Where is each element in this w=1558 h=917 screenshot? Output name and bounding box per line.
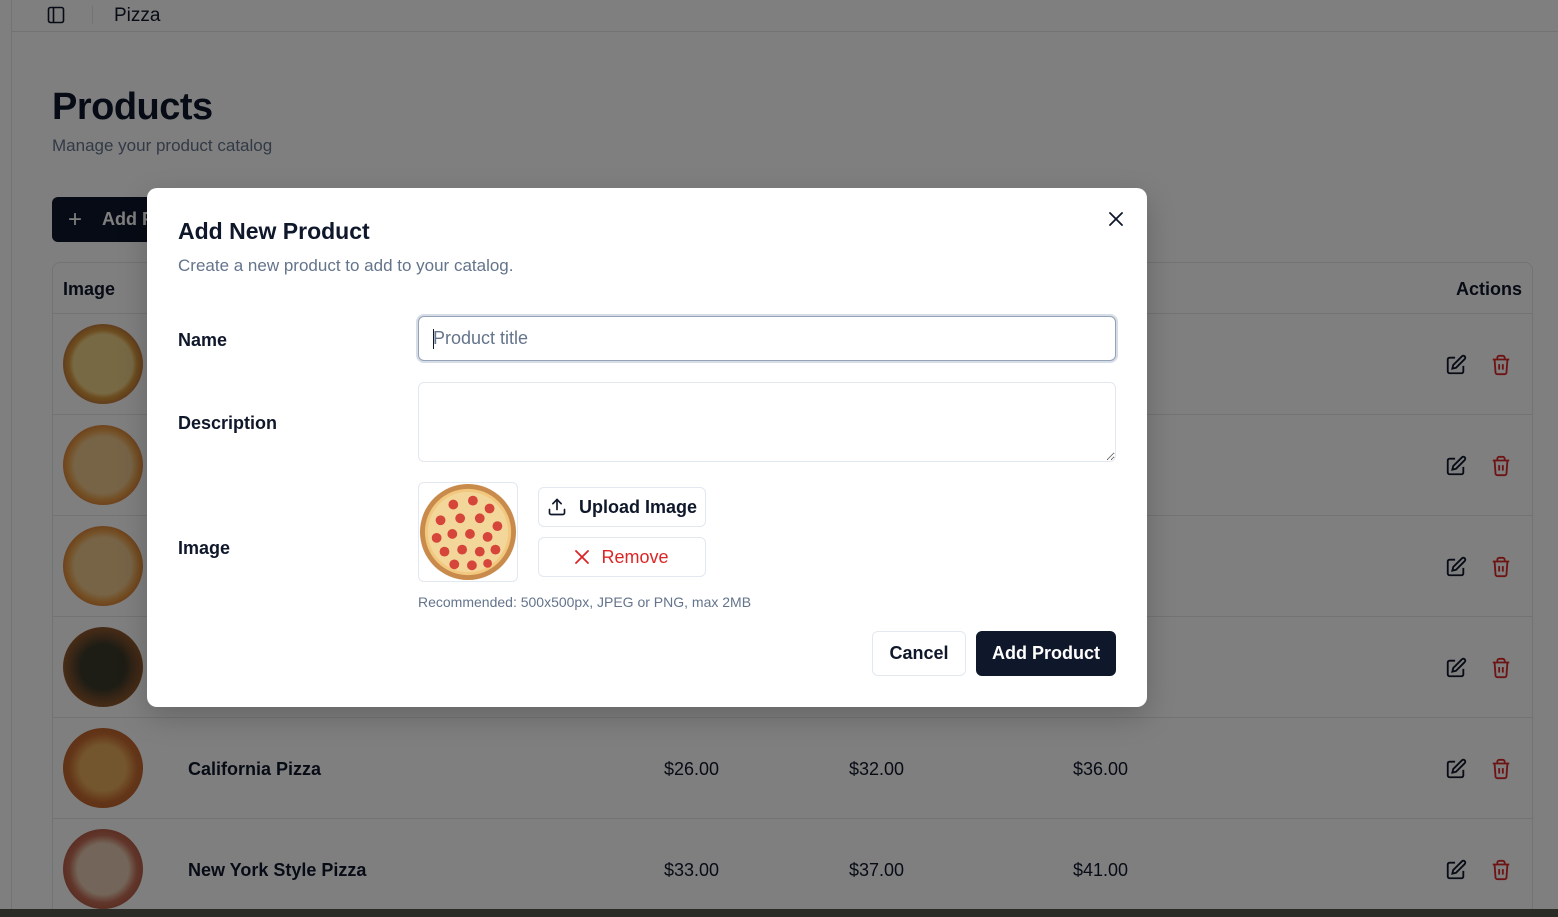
- upload-image-label: Upload Image: [578, 496, 698, 517]
- description-label: Description: [178, 413, 278, 433]
- close-icon[interactable]: [1107, 210, 1125, 228]
- add-product-submit-button[interactable]: Add Product: [976, 631, 1116, 676]
- remove-image-button[interactable]: Remove: [538, 537, 706, 577]
- name-label: Name: [178, 330, 228, 350]
- upload-image-button[interactable]: Upload Image: [538, 487, 706, 527]
- image-hint: Recommended: 500x500px, JPEG or PNG, max…: [418, 594, 752, 610]
- x-icon: [575, 550, 590, 564]
- add-product-dialog: Add New Product Create a new product to …: [147, 188, 1147, 707]
- image-label: Image: [178, 538, 231, 558]
- text-caret: [433, 329, 434, 349]
- image-preview: [418, 482, 518, 582]
- upload-icon: [547, 497, 567, 517]
- remove-image-label: Remove: [601, 546, 669, 567]
- dialog-description: Create a new product to add to your cata…: [178, 256, 514, 275]
- pepperoni-pizza-image: [419, 483, 517, 581]
- description-textarea[interactable]: [418, 382, 1116, 462]
- name-input[interactable]: [418, 316, 1116, 361]
- cancel-button[interactable]: Cancel: [872, 631, 966, 676]
- window-bottom-edge: [0, 909, 1558, 917]
- dialog-title: Add New Product: [178, 218, 370, 244]
